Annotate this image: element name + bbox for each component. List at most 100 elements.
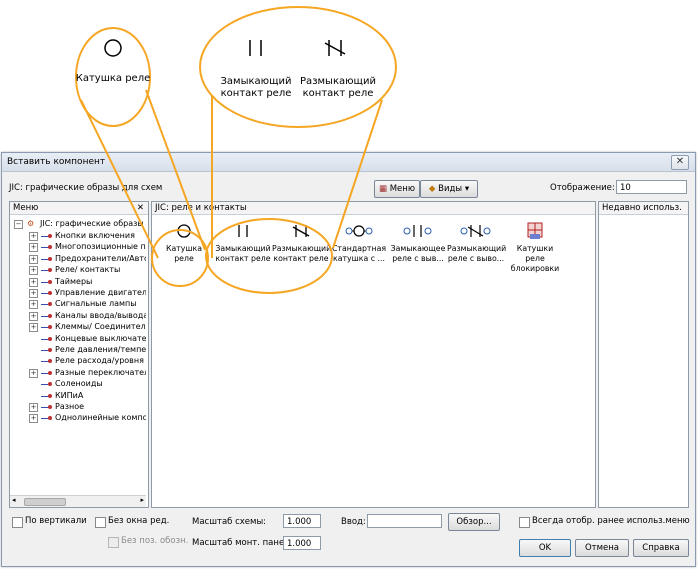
scroll-right-icon[interactable]: ▸ <box>140 496 144 504</box>
close-icon[interactable]: ✕ <box>137 202 144 214</box>
component-item[interactable]: Замыкающее реле с выв... <box>389 220 447 280</box>
tree-node-icon <box>41 357 53 365</box>
tree-item-label: КИПиА <box>55 390 84 400</box>
expand-icon[interactable]: + <box>29 254 38 264</box>
expand-icon[interactable]: + <box>29 414 38 424</box>
component-item[interactable]: Размыкающий контакт реле <box>272 220 332 280</box>
expand-icon[interactable]: + <box>29 311 38 321</box>
menu-button-label: Меню <box>389 184 415 194</box>
views-button[interactable]: ◆ Виды ▾ <box>420 180 478 198</box>
tree-node-icon <box>41 414 53 422</box>
expand-icon[interactable]: + <box>29 243 38 253</box>
no-ref-window-checkbox[interactable] <box>95 517 106 528</box>
component-item[interactable]: Размыкающий реле с выво... <box>447 220 507 280</box>
tree-item-label: Таймеры <box>55 276 93 286</box>
component-item[interactable]: Замыкающий контакт реле <box>214 220 272 280</box>
expand-icon[interactable]: + <box>29 323 38 333</box>
no-relay-terminal-icon <box>403 225 432 237</box>
component-symbol <box>214 220 272 242</box>
tree-item-label: Разные переключатели <box>55 367 146 377</box>
insert-component-dialog: Вставить компонент ✕ JIC: графические об… <box>1 152 696 567</box>
input-field[interactable] <box>367 514 442 528</box>
panel-scale-input[interactable]: 1.000 <box>283 536 321 550</box>
coil-callout-label: Катушка реле <box>75 73 151 84</box>
component-label: Замыкающее реле с выв... <box>390 244 446 263</box>
always-show-checkbox[interactable] <box>519 517 530 528</box>
vertical-label: По вертикали <box>25 516 87 526</box>
views-button-label: Виды <box>438 184 463 194</box>
component-label: Размыкающий реле с выво... <box>447 244 507 263</box>
no-ref-window-label: Без окна ред. <box>108 516 170 526</box>
expand-icon[interactable]: + <box>29 300 38 310</box>
component-item[interactable]: Катушка реле <box>155 220 213 280</box>
no-pos-checkbox[interactable] <box>108 537 119 548</box>
component-label: Замыкающий контакт реле <box>215 244 271 263</box>
expand-icon[interactable]: + <box>29 277 38 287</box>
expand-icon[interactable]: + <box>29 368 38 378</box>
coil-symbol-icon <box>104 39 122 57</box>
menu-tree: −⚙JIC: графические образы для+Кнопки вкл… <box>10 216 146 494</box>
collapse-icon[interactable]: − <box>14 220 23 229</box>
ok-button[interactable]: OK <box>519 539 571 557</box>
tree-item-label: Реле/ контакты <box>55 265 121 275</box>
browse-button[interactable]: Обзор... <box>448 513 500 531</box>
close-button[interactable]: ✕ <box>671 155 689 170</box>
recent-panel: Недавно использ. <box>598 201 689 508</box>
component-item[interactable]: Стандартная катушка с ... <box>330 220 388 280</box>
component-symbol <box>330 220 388 242</box>
component-item[interactable]: Катушки реле блокировки <box>506 220 564 280</box>
cancel-button[interactable]: Отмена <box>575 539 629 557</box>
tree-item-label: Разное <box>55 402 85 411</box>
tree-horizontal-scrollbar[interactable]: ◂ ▸ <box>10 495 146 507</box>
coil-icon <box>177 224 191 238</box>
latch-coil-icon <box>527 222 543 239</box>
scale-input[interactable]: 1.000 <box>283 514 321 528</box>
tree-node-icon <box>41 289 53 297</box>
tree-item-label: Кнопки включения <box>55 231 135 240</box>
menu-tree-title: Меню <box>13 203 39 213</box>
expand-icon[interactable]: + <box>29 232 38 241</box>
tree-node-icon <box>41 346 53 354</box>
tree-root-label: JIC: графические образы для <box>40 219 146 228</box>
no-pos-label: Без поз. обозн. <box>121 536 189 546</box>
always-show-label: Всегда отобр. ранее использ.меню <box>532 516 690 526</box>
tree-item-label: Клеммы/ Соединители <box>55 322 146 332</box>
components-header: JIC: реле и контакты <box>152 202 595 215</box>
component-symbol <box>389 220 447 242</box>
help-button[interactable]: Справка <box>633 539 689 557</box>
component-label: Размыкающий контакт реле <box>272 244 332 263</box>
no-callout-label: Размыкающий контакт реле <box>300 76 376 99</box>
tree-node-icon <box>41 312 53 320</box>
expand-icon[interactable]: + <box>29 403 38 412</box>
menu-button[interactable]: ▦ Меню <box>374 180 420 198</box>
tree-node-icon <box>41 255 53 263</box>
close-icon: ✕ <box>675 156 685 167</box>
nc-contact-icon <box>292 225 310 237</box>
views-icon: ◆ <box>428 184 436 194</box>
scale-label: Масштаб схемы: <box>192 517 267 527</box>
vertical-checkbox[interactable] <box>12 517 23 528</box>
expand-icon[interactable]: + <box>29 266 38 276</box>
input-label: Ввод: <box>341 517 366 527</box>
component-symbol <box>447 220 505 242</box>
tree-node-icon <box>41 243 53 251</box>
tree-node-icon <box>41 300 53 308</box>
component-label: Катушки реле блокировки <box>510 244 560 273</box>
components-grid: Катушка реле Замыкающий контакт реле Размы… <box>152 216 595 496</box>
tree-node-icon <box>41 392 53 400</box>
scroll-left-icon[interactable]: ◂ <box>12 496 16 504</box>
scroll-thumb[interactable] <box>24 498 66 506</box>
display-input[interactable]: 10 <box>616 180 687 194</box>
tree-item-label: Однолинейные компонен <box>55 413 146 423</box>
component-symbol <box>155 220 213 242</box>
expand-icon[interactable]: + <box>29 289 38 298</box>
library-icon: ⚙ <box>27 219 35 228</box>
tree-node-icon <box>41 369 53 377</box>
component-symbol <box>506 220 564 242</box>
nc-relay-terminal-icon <box>460 225 491 237</box>
dialog-title: Вставить компонент <box>7 157 106 167</box>
standard-coil-icon <box>345 225 373 237</box>
tree-node-icon <box>41 232 53 240</box>
menu-tree-panel: Меню ✕ −⚙JIC: графические образы для+Кно… <box>9 201 149 508</box>
tree-item-label: Сигнальные лампы <box>55 299 137 309</box>
